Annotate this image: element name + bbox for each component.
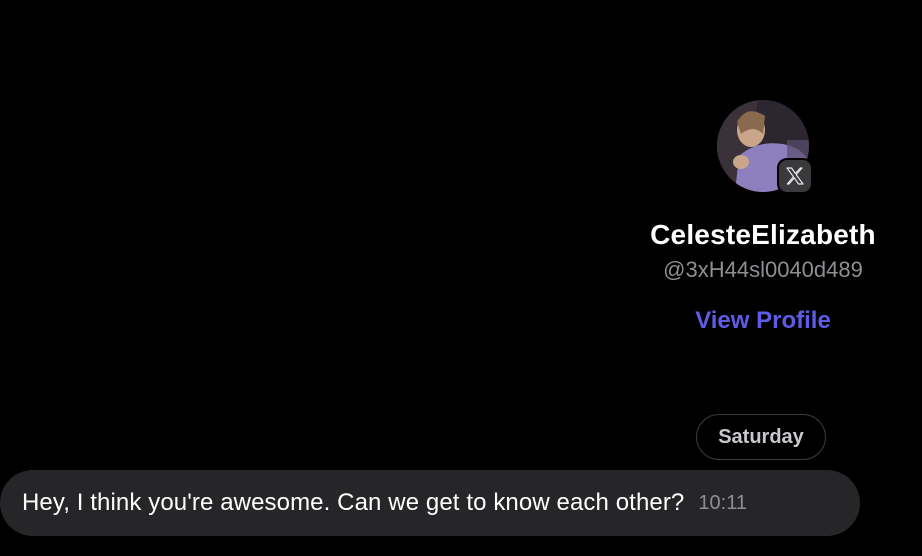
profile-header: CelesteElizabeth @3xH44sl0040d489 View P… bbox=[603, 100, 922, 336]
x-logo-icon bbox=[786, 167, 804, 185]
user-handle: @3xH44sl0040d489 bbox=[663, 257, 863, 282]
message-bubble[interactable]: Hey, I think you're awesome. Can we get … bbox=[0, 470, 860, 536]
message-text: Hey, I think you're awesome. Can we get … bbox=[22, 489, 685, 516]
message-timestamp: 10:11 bbox=[698, 491, 747, 514]
chat-screen: CelesteElizabeth @3xH44sl0040d489 View P… bbox=[0, 0, 922, 556]
x-badge bbox=[777, 158, 813, 194]
view-profile-link[interactable]: View Profile bbox=[695, 306, 831, 336]
avatar-container[interactable] bbox=[717, 100, 813, 194]
date-separator: Saturday bbox=[696, 414, 826, 460]
display-name: CelesteElizabeth bbox=[650, 219, 876, 250]
